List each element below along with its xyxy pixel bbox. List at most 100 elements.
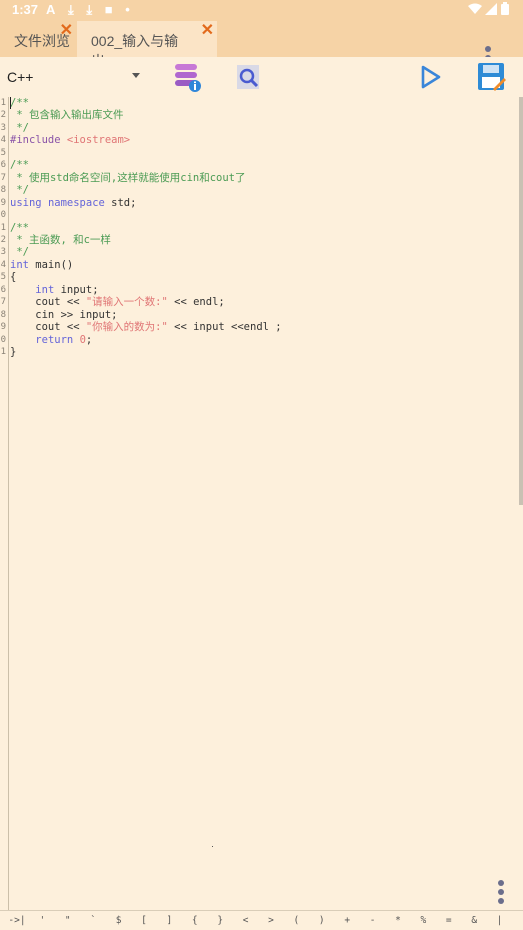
symbol-key[interactable]: - (361, 915, 385, 926)
code-token: input; (54, 283, 99, 296)
code-text: */ (10, 246, 29, 258)
symbol-key[interactable]: ] (157, 915, 181, 926)
symbol-key[interactable]: ( (284, 915, 308, 926)
code-token: */ (10, 246, 29, 259)
symbol-key[interactable]: " (56, 915, 80, 926)
code-token: cout << (10, 296, 86, 309)
code-token: ; (85, 333, 93, 346)
line-number: 8 (0, 185, 6, 196)
symbol-key[interactable]: = (437, 915, 461, 926)
search-icon[interactable] (236, 64, 262, 91)
code-line: 0 (0, 209, 515, 221)
code-line: 0 return 0; (0, 334, 515, 346)
save-icon[interactable] (477, 62, 507, 92)
scrollbar[interactable] (519, 97, 523, 505)
code-token: cin >> input; (10, 308, 118, 321)
code-token: "你输入的数为:" (85, 321, 168, 334)
code-token: <iostream> (66, 134, 131, 147)
code-text: } (10, 346, 16, 358)
code-text: /** (10, 222, 29, 234)
line-number: 0 (0, 210, 6, 221)
code-line: 8 cin >> input; (0, 309, 515, 321)
code-token: int (10, 258, 29, 271)
symbol-key[interactable]: * (386, 915, 410, 926)
symbol-key[interactable]: < (234, 915, 258, 926)
symbol-key[interactable]: > (259, 915, 283, 926)
code-line: 5{ (0, 271, 515, 283)
run-icon[interactable] (421, 65, 441, 89)
tab-source-file[interactable]: 002_输入与输出.cpp ✕ (77, 20, 217, 69)
symbol-key[interactable]: [ (132, 915, 156, 926)
symbol-key[interactable]: ) (310, 915, 334, 926)
chevron-down-icon[interactable] (132, 73, 140, 78)
code-token: namespace (47, 196, 105, 209)
code-token: std; (104, 196, 137, 209)
code-token: * 使用std命名空间,这样就能使用cin和cout了 (10, 171, 246, 184)
line-number: 1 (0, 98, 6, 108)
code-token: * 包含输入输出库文件 (10, 109, 124, 122)
symbol-key[interactable]: } (208, 915, 232, 926)
symbol-key[interactable]: ` (81, 915, 105, 926)
line-number: 9 (0, 197, 6, 208)
symbol-key[interactable]: % (411, 915, 435, 926)
wifi-icon (467, 3, 482, 14)
line-number: 7 (0, 297, 6, 308)
code-line: 8 */ (0, 184, 515, 196)
image-icon: ■ (104, 2, 113, 17)
line-number: 3 (0, 247, 6, 258)
line-number: 2 (0, 234, 6, 245)
code-token: */ (10, 121, 29, 134)
line-number: 5 (0, 147, 6, 158)
code-text: cin >> input; (10, 309, 117, 321)
battery-icon (501, 2, 509, 15)
floating-menu-icon[interactable] (498, 880, 505, 907)
line-number: 3 (0, 122, 6, 133)
line-number: 6 (0, 160, 6, 171)
symbol-key[interactable]: | (488, 915, 512, 926)
code-line: 4 int main() (0, 259, 515, 271)
line-number: 2 (0, 110, 6, 121)
tab-bar: 文件浏览 ✕ 002_输入与输出.cpp ✕ (0, 20, 523, 70)
database-info-icon[interactable] (174, 62, 203, 92)
code-text: #include <iostream> (10, 134, 130, 146)
symbol-bar: ->| ' " ` $[]{} < >() + - *% = & | (0, 910, 523, 930)
symbol-key[interactable]: & (462, 915, 486, 926)
symbol-key[interactable]: { (183, 915, 207, 926)
code-text: */ (10, 184, 29, 196)
code-text: cout << "请输入一个数:" << endl; (10, 296, 225, 309)
code-token: << endl; (167, 296, 225, 309)
symbol-key[interactable]: ' (30, 915, 54, 926)
tab-file-browser[interactable]: 文件浏览 ✕ (0, 21, 76, 57)
line-number: 9 (0, 322, 6, 333)
code-text: */ (10, 122, 29, 134)
code-line: 4 #include <iostream> (0, 134, 515, 146)
code-line: 2 * 主函数, 和c一样 (0, 234, 515, 246)
code-line: 9 cout << "你输入的数为:" << input <<endl ; (0, 321, 515, 333)
code-text: { (10, 271, 16, 283)
symbol-key[interactable]: + (335, 915, 359, 926)
line-number: 0 (0, 334, 6, 345)
code-line: 5 (0, 147, 515, 159)
line-number: 1 (0, 222, 6, 233)
line-number: 8 (0, 309, 6, 320)
close-icon[interactable]: ✕ (60, 20, 73, 40)
line-number: 5 (0, 272, 6, 283)
status-time: 1:37 (12, 2, 39, 17)
toolbar: C++ (0, 57, 523, 97)
symbol-key[interactable]: ->| (5, 915, 29, 926)
line-number: 4 (0, 135, 6, 146)
code-token: /** (10, 221, 29, 234)
language-select[interactable]: C++ (7, 69, 33, 85)
close-icon[interactable]: ✕ (201, 20, 214, 40)
symbol-key[interactable]: $ (107, 915, 131, 926)
code-token: cout << (10, 321, 86, 334)
code-line: 1} (0, 346, 515, 358)
text-cursor (10, 97, 11, 109)
download-icon: ⤓ (68, 2, 74, 17)
line-number: 1 (0, 347, 6, 357)
dot-icon: • (125, 2, 130, 17)
code-text: /** (10, 159, 29, 171)
code-line: 3 */ (0, 246, 515, 258)
code-editor[interactable]: 1/** 2 * 包含输入输出库文件 3 */4 #include <iostream… (0, 97, 523, 910)
line-number: 4 (0, 259, 6, 270)
